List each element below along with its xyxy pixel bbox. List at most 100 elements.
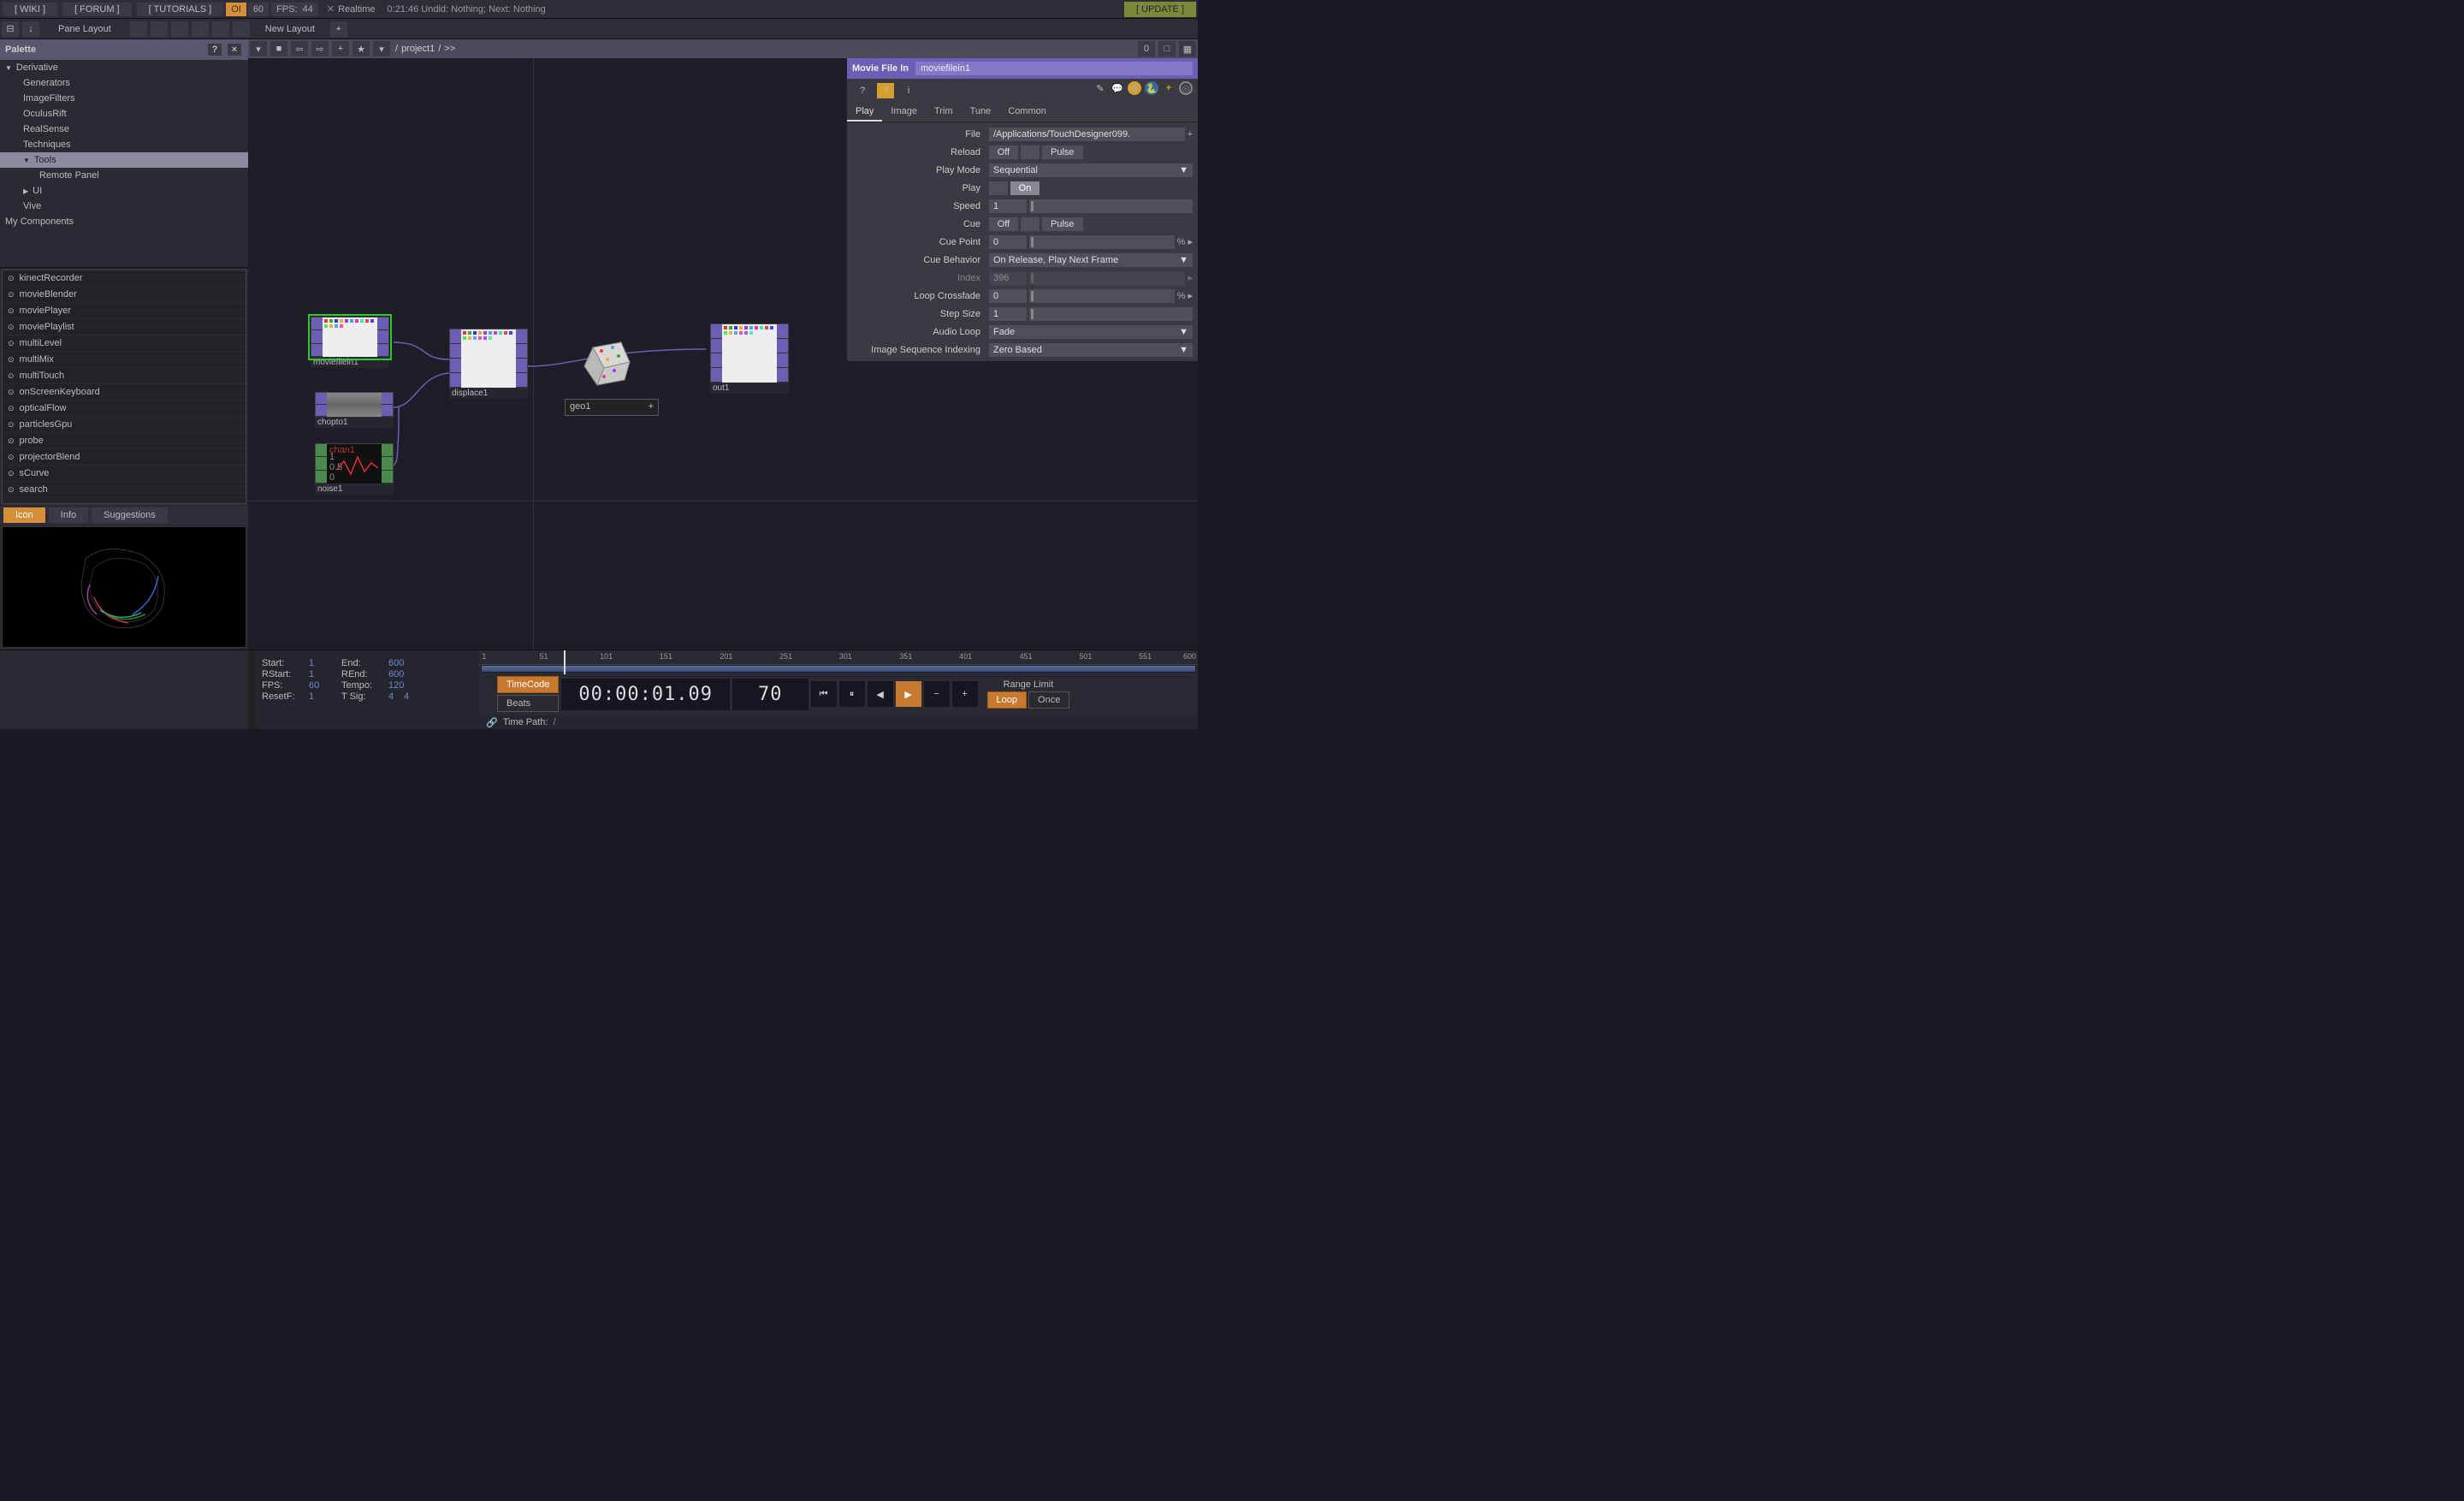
palette-close-icon[interactable]: × <box>228 44 241 56</box>
param-loopcrossfade[interactable]: 0 <box>989 289 1027 303</box>
pathbar-zero-icon[interactable]: 0 <box>1138 41 1155 56</box>
pathbar-window-icon[interactable]: □ <box>1158 41 1176 56</box>
tree-vive[interactable]: Vive <box>0 199 248 214</box>
param-reload-toggle[interactable]: Off <box>989 145 1018 159</box>
path-project[interactable]: project1 <box>401 44 435 54</box>
palette-help-icon[interactable]: ? <box>208 44 222 56</box>
params-target-icon[interactable]: ◎ <box>1179 81 1193 95</box>
params-tab-image[interactable]: Image <box>882 103 926 122</box>
comp-search[interactable]: search <box>3 482 246 498</box>
layout-slot-3[interactable] <box>171 21 188 37</box>
path-tail[interactable]: >> <box>444 44 455 54</box>
timeline-ruler[interactable]: 1 51 101 151 201 251 301 351 401 451 501… <box>479 650 1198 665</box>
geo-plus-icon[interactable]: + <box>649 401 654 413</box>
time-tsig2[interactable]: 4 <box>404 691 419 702</box>
comp-opticalflow[interactable]: opticalFlow <box>3 400 246 417</box>
params-comment-icon[interactable]: 💬 <box>1111 81 1124 95</box>
node-displace1[interactable]: displace1 <box>449 329 528 399</box>
tutorials-link[interactable]: [ TUTORIALS ] <box>137 3 224 16</box>
pane-arrow-icon[interactable]: ↓ <box>22 21 39 37</box>
transport-minus-icon[interactable]: − <box>924 681 950 707</box>
params-lang-icon[interactable]: ⊕ <box>1128 81 1141 95</box>
params-tab-play[interactable]: Play <box>847 103 882 122</box>
params-python-icon[interactable]: 🐍 <box>1145 81 1158 95</box>
transport-rewind-icon[interactable]: ⏮ <box>811 681 837 707</box>
param-step-slider[interactable] <box>1029 307 1193 321</box>
comp-movieplayer[interactable]: moviePlayer <box>3 303 246 319</box>
tree-imagefilters[interactable]: ImageFilters <box>0 91 248 106</box>
file-add-icon[interactable]: + <box>1188 129 1193 139</box>
pathbar-menu-icon[interactable]: ▾ <box>250 41 267 56</box>
comp-multitouch[interactable]: multiTouch <box>3 368 246 384</box>
pathbar-back-icon[interactable]: ⇦ <box>291 41 308 56</box>
tree-tools[interactable]: Tools <box>0 152 248 168</box>
transport-pause-icon[interactable]: ⏸ <box>839 681 865 707</box>
realtime-toggle[interactable]: ✕Realtime <box>327 3 376 15</box>
tree-realsense[interactable]: RealSense <box>0 122 248 137</box>
params-help-icon[interactable]: ? <box>854 83 871 98</box>
tree-oculusrift[interactable]: OculusRift <box>0 106 248 122</box>
time-tsig1[interactable]: 4 <box>388 691 404 702</box>
layout-slot-4[interactable] <box>192 21 209 37</box>
comp-kinectrecorder[interactable]: kinectRecorder <box>3 270 246 287</box>
comp-movieblender[interactable]: movieBlender <box>3 287 246 303</box>
timecode-display[interactable]: 00:00:01.09 <box>561 679 730 710</box>
timecode-button[interactable]: TimeCode <box>497 676 559 693</box>
params-tab-common[interactable]: Common <box>999 103 1055 122</box>
network-editor[interactable]: moviefilein1 chopto1 chan110.50 <box>248 58 1198 650</box>
param-cue-toggle[interactable]: Off <box>989 217 1018 231</box>
param-cuepoint-pct[interactable]: % <box>1177 237 1186 247</box>
tree-mycomponents[interactable]: My Components <box>0 214 248 229</box>
tab-suggestions[interactable]: Suggestions <box>92 507 168 523</box>
params-tab-tune[interactable]: Tune <box>962 103 1000 122</box>
forum-link[interactable]: [ FORUM ] <box>62 3 132 16</box>
time-start[interactable]: 1 <box>309 658 341 668</box>
param-cuebehavior[interactable]: On Release, Play Next Frame▼ <box>989 253 1193 267</box>
time-fps[interactable]: 60 <box>309 680 341 691</box>
update-button[interactable]: [ UPDATE ] <box>1124 2 1196 17</box>
comp-multimix[interactable]: multiMix <box>3 352 246 368</box>
param-seqindex[interactable]: Zero Based▼ <box>989 343 1193 357</box>
node-noise1[interactable]: chan110.50 noise1 <box>315 443 394 495</box>
loop-button[interactable]: Loop <box>987 691 1027 709</box>
tree-ui[interactable]: UI <box>0 183 248 199</box>
node-geo1[interactable]: geo1+ <box>565 399 659 416</box>
comp-probe[interactable]: probe <box>3 433 246 449</box>
time-end[interactable]: 600 <box>388 658 421 668</box>
add-layout-icon[interactable]: + <box>330 21 347 37</box>
comp-movieplaylist[interactable]: moviePlaylist <box>3 319 246 335</box>
param-stepsize[interactable]: 1 <box>989 307 1027 321</box>
params-help2-icon[interactable]: ? <box>877 83 894 98</box>
palette-tree[interactable]: Derivative Generators ImageFilters Oculu… <box>0 60 248 268</box>
comp-projectorblend[interactable]: projectorBlend <box>3 449 246 466</box>
node-moviefilein1[interactable]: moviefilein1 <box>311 317 389 368</box>
frame-display[interactable]: 70 <box>732 679 808 710</box>
param-playmode[interactable]: Sequential▼ <box>989 163 1193 177</box>
node-out1[interactable]: out1 <box>710 323 789 394</box>
param-cue-pulse[interactable]: Pulse <box>1042 217 1083 231</box>
path-root[interactable]: / <box>392 44 401 54</box>
layout-slot-2[interactable] <box>151 21 168 37</box>
tab-info[interactable]: Info <box>49 507 88 523</box>
param-file[interactable]: /Applications/TouchDesigner099. <box>989 128 1185 141</box>
params-add-icon[interactable]: + <box>1162 81 1176 95</box>
wiki-link[interactable]: [ WIKI ] <box>3 3 57 16</box>
beats-button[interactable]: Beats <box>497 695 559 712</box>
tree-remotepanel[interactable]: Remote Panel <box>0 168 248 183</box>
time-rstart[interactable]: 1 <box>309 669 341 679</box>
params-tab-trim[interactable]: Trim <box>926 103 962 122</box>
param-reload-pulse[interactable]: Pulse <box>1042 145 1083 159</box>
param-cuepoint-arrow-icon[interactable]: ▸ <box>1188 236 1193 247</box>
pane-split-h-icon[interactable]: ⊟ <box>2 21 19 37</box>
comp-particlesgpu[interactable]: particlesGpu <box>3 417 246 433</box>
layout-slot-1[interactable] <box>130 21 147 37</box>
tab-icon[interactable]: Icon <box>3 507 45 523</box>
tree-generators[interactable]: Generators <box>0 75 248 91</box>
transport-plus-icon[interactable]: + <box>952 681 978 707</box>
new-layout-button[interactable]: New Layout <box>252 24 329 34</box>
param-loopx-slider[interactable] <box>1029 289 1175 303</box>
pathbar-star-icon[interactable]: ★ <box>352 41 370 56</box>
time-rend[interactable]: 600 <box>388 669 421 679</box>
pathbar-expand-icon[interactable]: ▾ <box>373 41 390 56</box>
param-speed[interactable]: 1 <box>989 199 1027 213</box>
